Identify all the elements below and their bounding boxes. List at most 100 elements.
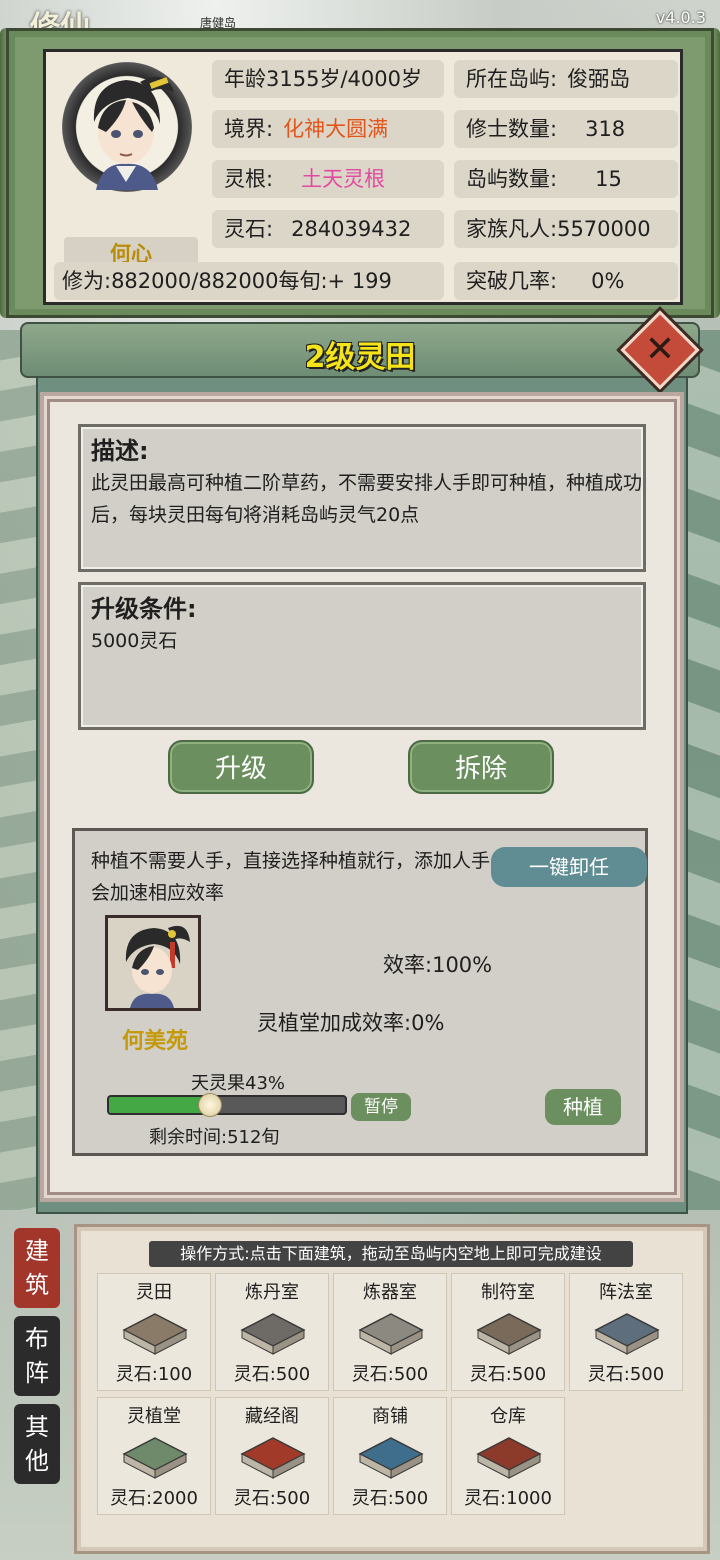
description-title: 描述: [91,437,149,465]
breakthrough-stat: 突破几率: 0% [454,262,678,300]
build-card-name: 炼器室 [363,1282,417,1303]
version-label: v4.0.3 [655,8,706,27]
worker-info-text: 种植不需要人手，直接选择种植就行，添加人手会加速相应效率 [91,850,491,904]
cultivator-count-label: 修士数量: [466,117,558,141]
build-card-cost: 灵石:100 [115,1364,193,1385]
build-card-scripture-pavilion[interactable]: 藏经阁灵石:500 [215,1397,329,1515]
build-card-name: 制符室 [481,1282,535,1303]
talisman-room-building-icon [474,1308,544,1356]
hall-bonus-stat: 灵植堂加成效率:0% [257,1007,444,1037]
growth-progress-bar [107,1095,347,1115]
family-stat: 家族凡人:5570000 [454,210,678,248]
age-stat: 年龄3155岁/4000岁 [212,60,444,98]
build-card-shop[interactable]: 商铺灵石:500 [333,1397,447,1515]
upgrade-title: 升级条件: [91,595,197,623]
progress-knob[interactable] [198,1093,223,1117]
build-card-alchemy-room[interactable]: 炼丹室灵石:500 [215,1273,329,1391]
status-inner: 何心 年龄3155岁/4000岁 境界: 化神大圆满 灵根: 土天灵根 灵石: 284… [43,49,683,305]
dismiss-all-button[interactable]: 一键卸任 [491,847,647,887]
build-card-formation-room[interactable]: 阵法室灵石:500 [569,1273,683,1391]
breakthrough-value: 0% [591,269,625,293]
build-card-name: 阵法室 [599,1282,653,1303]
island-count-label: 岛屿数量: [466,167,558,191]
build-card-cost: 灵石:500 [351,1488,429,1509]
build-card-name: 商铺 [372,1406,408,1427]
realm-label: 境界: [224,117,274,141]
efficiency-stat: 效率:100% [383,949,492,979]
tab-other[interactable]: 其他 [14,1404,60,1484]
shop-building-icon [356,1432,426,1480]
spirit-root-stat: 灵根: 土天灵根 [212,160,444,198]
upgrade-box: 升级条件: 5000灵石 [78,582,646,730]
description-text: 此灵田最高可种植二阶草药，不需要安排人手即可种植，种植成功后，每块灵田每旬将消耗… [91,472,643,526]
status-panel: 何心 年龄3155岁/4000岁 境界: 化神大圆满 灵根: 土天灵根 灵石: 284… [6,28,714,318]
tab-build[interactable]: 建筑 [14,1228,60,1308]
left-scenery [0,330,40,1210]
realm-value: 化神大圆满 [283,117,389,141]
build-card-warehouse[interactable]: 仓库 灵石:1000 [451,1397,565,1515]
avatar-portrait-icon [93,76,174,190]
cultivation-stat: 修为:882000/882000每旬:+ 199 [54,262,444,300]
build-card-cost: 灵石:500 [233,1488,311,1509]
build-card-cost: 灵石:500 [233,1364,311,1385]
island-value: 俊弼岛 [567,67,631,91]
build-card-talisman-room[interactable]: 制符室灵石:500 [451,1273,565,1391]
cultivator-count-stat: 修士数量: 318 [454,110,678,148]
upgrade-button[interactable]: 升级 [168,740,314,794]
tab-build-label: 建筑 [25,1237,49,1299]
stone-value: 284039432 [291,217,412,241]
build-card-name: 炼丹室 [245,1282,299,1303]
build-card-name: 仓库 [490,1406,526,1427]
remaining-value: 512旬 [227,1127,280,1148]
island-count-stat: 岛屿数量: 15 [454,160,678,198]
worker-box: 种植不需要人手，直接选择种植就行，添加人手会加速相应效率 一键卸任 何美苑 效率… [72,828,648,1156]
upgrade-text: 5000灵石 [91,630,178,652]
build-card-cost: 灵石:500 [469,1364,547,1385]
build-card-name: 灵田 [136,1282,172,1303]
remaining-label: 剩余时间: [149,1127,228,1148]
tab-formation[interactable]: 布阵 [14,1316,60,1396]
plant-button[interactable]: 种植 [545,1089,621,1125]
realm-stat: 境界: 化神大圆满 [212,110,444,148]
side-tabs: 建筑 布阵 其他 [14,1228,62,1492]
build-card-name: 藏经阁 [245,1406,299,1427]
worker-portrait[interactable] [105,915,201,1011]
worker-avatar-icon [125,925,190,1008]
build-card-name: 灵植堂 [127,1406,181,1427]
build-card-spirit-field[interactable]: 灵田灵石:100 [97,1273,211,1391]
character-avatar[interactable] [62,62,192,192]
build-card-forge-room[interactable]: 炼器室灵石:500 [333,1273,447,1391]
family-value: 5570000 [557,217,651,241]
warehouse-building-icon [474,1432,544,1480]
demolish-button[interactable]: 拆除 [408,740,554,794]
tab-other-label: 其他 [25,1413,49,1475]
description-box: 描述: 此灵田最高可种植二阶草药，不需要安排人手即可种植，种植成功后，每块灵田每… [78,424,646,572]
island-stat: 所在岛屿: 俊弼岛 [454,60,678,98]
pause-button[interactable]: 暂停 [351,1093,411,1121]
hall-bonus-value: 0% [411,1011,445,1035]
close-x-icon[interactable]: ✕ [632,322,688,378]
crop-label: 天灵果43% [191,1073,286,1094]
spirit-stone-stat: 灵石: 284039432 [212,210,444,248]
forge-room-building-icon [356,1308,426,1356]
growth-progress-fill [109,1097,211,1113]
breakthrough-label: 突破几率: [466,269,558,293]
formation-room-building-icon [592,1308,662,1356]
build-card-cost: 灵石:500 [351,1364,429,1385]
herb-hall-building-icon [120,1432,190,1480]
remaining-time: 剩余时间:512旬 [149,1123,279,1149]
efficiency-label: 效率: [383,953,433,977]
cultivator-count-value: 318 [585,117,626,141]
island-label: 所在岛屿: [466,67,558,91]
build-menu: 操作方式:点击下面建筑，拖动至岛屿内空地上即可完成建设 灵田 灵石:100 炼丹室灵… [74,1224,710,1554]
spirit-field-building-icon [120,1308,190,1356]
stone-label: 灵石: [224,217,274,241]
island-count-value: 15 [595,167,622,191]
alchemy-room-building-icon [238,1308,308,1356]
build-card-cost: 灵石:500 [587,1364,665,1385]
build-card-herb-hall[interactable]: 灵植堂 灵石:2000 [97,1397,211,1515]
build-instructions: 操作方式:点击下面建筑，拖动至岛屿内空地上即可完成建设 [149,1241,633,1267]
building-header: 2级灵田 [20,322,700,378]
worker-name: 何美苑 [121,1029,188,1054]
building-title: 2级灵田 [304,340,416,375]
